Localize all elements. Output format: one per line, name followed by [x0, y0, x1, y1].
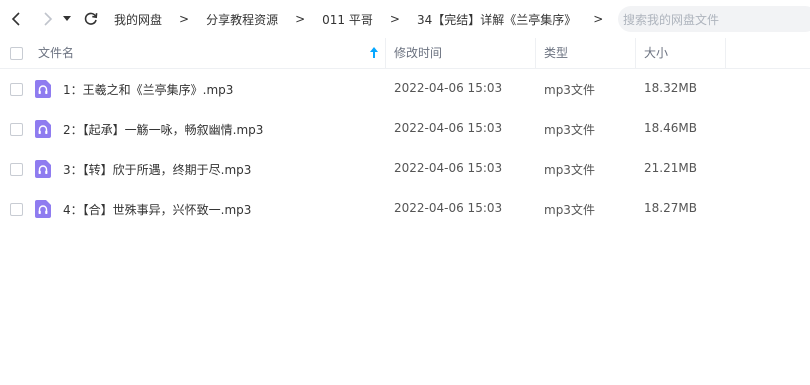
breadcrumb-item-current[interactable]: 34【完结】详解《兰亭集序》	[417, 11, 576, 28]
row-checkbox[interactable]	[10, 163, 23, 176]
file-type: mp3文件	[544, 83, 595, 97]
file-modified-time: 2022-04-06 15:03	[394, 201, 503, 215]
column-divider[interactable]	[535, 38, 536, 68]
row-checkbox[interactable]	[10, 203, 23, 216]
file-row[interactable]: 1：王羲之和《兰亭集序》.mp3 2022-04-06 15:03 mp3文件 …	[0, 69, 810, 109]
audio-file-icon	[35, 160, 51, 178]
refresh-icon[interactable]	[81, 9, 101, 29]
dropdown-caret-icon[interactable]	[61, 9, 73, 29]
file-type: mp3文件	[544, 123, 595, 137]
file-row[interactable]: 3：【转】欣于所遇，终期于尽.mp3 2022-04-06 15:03 mp3文…	[0, 149, 810, 189]
file-row[interactable]: 2：【起承】一觞一咏，畅叙幽情.mp3 2022-04-06 15:03 mp3…	[0, 109, 810, 149]
file-modified-time: 2022-04-06 15:03	[394, 161, 503, 175]
breadcrumb-item[interactable]: 我的网盘	[114, 11, 162, 28]
file-type: mp3文件	[544, 163, 595, 177]
back-arrow-icon[interactable]	[7, 9, 27, 29]
breadcrumb-separator: >	[389, 12, 400, 26]
file-size: 18.46MB	[644, 121, 697, 135]
audio-file-icon	[35, 120, 51, 138]
select-all-checkbox[interactable]	[10, 47, 23, 60]
file-name[interactable]: 4：【合】世殊事异，兴怀致一.mp3	[63, 201, 251, 218]
search-box	[618, 6, 810, 34]
breadcrumb-separator: >	[295, 12, 306, 26]
file-name[interactable]: 3：【转】欣于所遇，终期于尽.mp3	[63, 161, 251, 178]
audio-file-icon	[35, 200, 51, 218]
forward-arrow-icon[interactable]	[37, 9, 57, 29]
breadcrumb: 我的网盘 > 分享教程资源 > 011 平哥 > 34【完结】详解《兰亭集序》 …	[114, 11, 620, 27]
file-size: 18.27MB	[644, 201, 697, 215]
audio-file-icon	[35, 80, 51, 98]
breadcrumb-item[interactable]: 分享教程资源	[206, 11, 278, 28]
row-checkbox[interactable]	[10, 83, 23, 96]
column-header-modified[interactable]: 修改时间	[394, 38, 442, 68]
file-type: mp3文件	[544, 203, 595, 217]
column-divider[interactable]	[635, 38, 636, 68]
column-header-name[interactable]: 文件名	[38, 38, 74, 68]
file-row[interactable]: 4：【合】世殊事异，兴怀致一.mp3 2022-04-06 15:03 mp3文…	[0, 189, 810, 229]
column-header-type[interactable]: 类型	[544, 38, 568, 68]
file-name[interactable]: 1：王羲之和《兰亭集序》.mp3	[63, 81, 233, 98]
breadcrumb-item[interactable]: 011 平哥	[322, 11, 373, 28]
search-input[interactable]	[621, 6, 805, 34]
file-size: 18.32MB	[644, 81, 697, 95]
toolbar: 我的网盘 > 分享教程资源 > 011 平哥 > 34【完结】详解《兰亭集序》 …	[0, 0, 810, 38]
file-modified-time: 2022-04-06 15:03	[394, 121, 503, 135]
breadcrumb-separator: >	[179, 12, 190, 26]
file-list-header: 文件名 修改时间 类型 大小	[0, 38, 810, 69]
file-size: 21.21MB	[644, 161, 697, 175]
column-header-size[interactable]: 大小	[644, 38, 668, 68]
row-checkbox[interactable]	[10, 123, 23, 136]
column-divider[interactable]	[385, 38, 386, 68]
column-divider[interactable]	[725, 38, 726, 68]
breadcrumb-separator: >	[593, 12, 604, 26]
file-modified-time: 2022-04-06 15:03	[394, 81, 503, 95]
file-name[interactable]: 2：【起承】一觞一咏，畅叙幽情.mp3	[63, 121, 263, 138]
sort-ascending-icon[interactable]	[370, 47, 378, 61]
